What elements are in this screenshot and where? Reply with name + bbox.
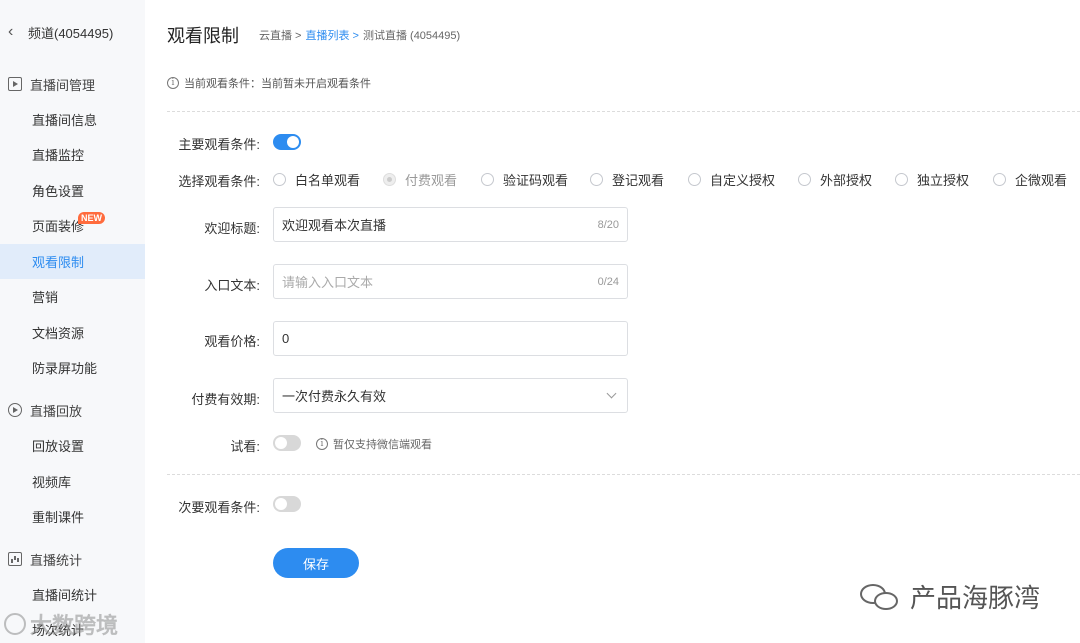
radio-label: 自定义授权 (710, 173, 776, 188)
sidebar-item-view-restriction[interactable]: 观看限制 (0, 244, 145, 279)
radio-label: 验证码观看 (503, 173, 569, 188)
group-label: 直播统计 (30, 552, 83, 568)
char-counter: 8/20 (597, 218, 619, 231)
validity-value: 一次付费永久有效 (282, 389, 387, 404)
breadcrumb-current: 测试直播 (4054495) (362, 30, 461, 42)
price-input[interactable]: 0 (273, 321, 628, 356)
new-badge: NEW (78, 212, 105, 224)
welcome-title-label: 欢迎标题: (204, 221, 260, 236)
radio-independent-auth[interactable]: 独立授权 (895, 170, 969, 189)
trial-label: 试看: (230, 439, 260, 454)
watermark-logo: 大数跨境 (4, 608, 118, 640)
radio-whitelist[interactable]: 白名单观看 (273, 170, 360, 189)
sidebar-item-room-statistics[interactable]: 直播间统计 (0, 577, 145, 612)
radio-dot (383, 173, 396, 186)
channel-label: 频道(4054495) (28, 25, 114, 41)
notice-text: 当前观看条件：当前暂未开启观看条件 (184, 78, 371, 90)
radio-label: 外部授权 (820, 173, 873, 188)
group-statistics[interactable]: 直播统计 (0, 542, 145, 576)
entry-text-placeholder: 请输入入口文本 (282, 275, 374, 290)
radio-label: 登记观看 (612, 173, 665, 188)
primary-condition-label: 主要观看条件: (178, 137, 260, 152)
sidebar: ‹ 频道(4054495) 直播间管理 直播间信息 直播监控 角色设置 页面装修… (0, 0, 145, 643)
radio-dot (688, 173, 701, 186)
select-condition-label: 选择观看条件: (178, 174, 260, 189)
char-counter: 0/24 (597, 275, 619, 288)
validity-select[interactable]: 一次付费永久有效 (273, 378, 628, 413)
price-label: 观看价格: (204, 334, 260, 349)
breadcrumb-cloud-live[interactable]: 云直播 > (259, 27, 301, 43)
page-title: 观看限制 (167, 26, 239, 46)
group-label: 直播回放 (30, 403, 83, 419)
radio-wecom[interactable]: 企微观看 (993, 170, 1067, 189)
sidebar-item-video-library[interactable]: 视频库 (0, 464, 145, 499)
radio-dot (993, 173, 1006, 186)
welcome-title-value: 欢迎观看本次直播 (282, 218, 387, 233)
play-square-icon (8, 77, 22, 91)
breadcrumb-live-list[interactable]: 直播列表 > (305, 27, 358, 43)
playback-icon (8, 403, 22, 417)
watermark-text: 产品海豚湾 (910, 583, 1041, 613)
radio-label: 付费观看 (405, 173, 458, 188)
radio-label: 独立授权 (917, 173, 970, 188)
radio-paid[interactable]: 付费观看 (383, 170, 457, 189)
trial-toggle[interactable] (273, 435, 301, 451)
divider (167, 111, 1080, 112)
sidebar-item-room-info[interactable]: 直播间信息 (0, 102, 145, 137)
trial-hint-text: 暂仅支持微信端观看 (333, 439, 432, 451)
entry-text-label: 入口文本: (204, 278, 260, 293)
chevron-down-icon (606, 388, 617, 399)
welcome-title-input[interactable]: 欢迎观看本次直播 8/20 (273, 207, 628, 242)
group-live-room-management[interactable]: 直播间管理 (0, 67, 145, 101)
watermark-wechat: 产品海豚湾 (860, 578, 1040, 615)
radio-dot (273, 173, 286, 186)
trial-hint: i 暂仅支持微信端观看 (316, 436, 432, 452)
chevron-left-icon: ‹ (8, 23, 14, 40)
bar-chart-icon (8, 552, 22, 566)
radio-dot (481, 173, 494, 186)
breadcrumb: 云直播 > 直播列表 > 测试直播 (4054495) (259, 27, 460, 43)
group-label: 直播间管理 (30, 77, 96, 93)
current-condition-notice: i 当前观看条件：当前暂未开启观看条件 (167, 75, 371, 91)
radio-dot (895, 173, 908, 186)
primary-condition-toggle[interactable] (273, 134, 301, 150)
entry-text-input[interactable]: 请输入入口文本 0/24 (273, 264, 628, 299)
wechat-icon (860, 582, 902, 612)
secondary-condition-toggle[interactable] (273, 496, 301, 512)
divider (167, 474, 1080, 475)
radio-dot (590, 173, 603, 186)
save-button[interactable]: 保存 (273, 548, 359, 578)
secondary-condition-label: 次要观看条件: (178, 500, 260, 515)
logo-ring-icon (4, 613, 26, 635)
back-to-channel[interactable]: ‹ 频道(4054495) (0, 14, 145, 50)
info-icon: i (167, 77, 179, 89)
radio-label: 白名单观看 (295, 173, 361, 188)
radio-label: 企微观看 (1015, 173, 1068, 188)
watermark-left-text: 大数跨境 (30, 613, 119, 638)
validity-label: 付费有效期: (191, 392, 260, 407)
radio-custom-auth[interactable]: 自定义授权 (688, 170, 775, 189)
sidebar-item-anti-recording[interactable]: 防录屏功能 (0, 350, 145, 385)
info-icon: i (316, 438, 328, 450)
sidebar-item-label: 页面装修 (32, 219, 85, 234)
radio-register[interactable]: 登记观看 (590, 170, 664, 189)
radio-code[interactable]: 验证码观看 (481, 170, 568, 189)
radio-dot (798, 173, 811, 186)
radio-external-auth[interactable]: 外部授权 (798, 170, 872, 189)
price-value: 0 (282, 331, 290, 346)
